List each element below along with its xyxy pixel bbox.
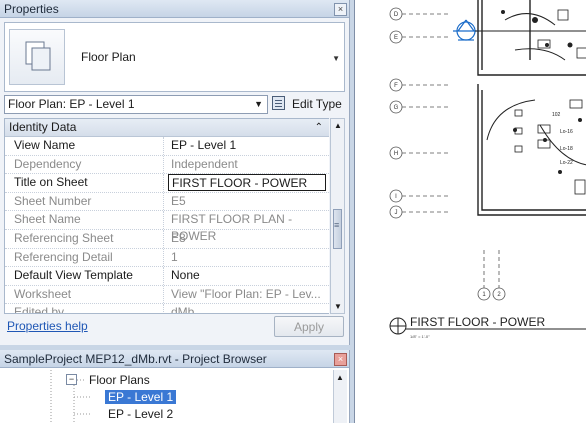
drawing-canvas[interactable]: D E F G H I J 1 2 102 Lo-16 Lo-18 Lo-22 … bbox=[354, 0, 586, 423]
grid-label: E bbox=[394, 35, 398, 41]
grid-label: G bbox=[394, 105, 399, 111]
scroll-down-icon[interactable]: ▼ bbox=[334, 302, 342, 311]
property-value[interactable]: None bbox=[168, 267, 326, 285]
scroll-up-icon[interactable]: ▲ bbox=[334, 121, 342, 130]
properties-grid: Identity Data ⌃ View Name EP - Level 1 De… bbox=[4, 118, 329, 314]
group-header-label: Identity Data bbox=[9, 120, 77, 134]
apply-button[interactable]: Apply bbox=[274, 316, 344, 337]
property-name: Referencing Detail bbox=[5, 248, 164, 267]
grid-label: H bbox=[394, 151, 398, 157]
scroll-up-icon[interactable]: ▲ bbox=[336, 373, 344, 382]
instance-selector-value: Floor Plan: EP - Level 1 bbox=[8, 97, 135, 111]
collapse-node-icon[interactable]: − bbox=[66, 374, 77, 385]
grid-label: J bbox=[395, 210, 398, 216]
grid-label: D bbox=[394, 12, 399, 18]
property-row[interactable]: View Name EP - Level 1 bbox=[5, 137, 329, 156]
chevron-down-icon[interactable]: ▼ bbox=[332, 54, 340, 63]
circuit-tag: Lo-18 bbox=[560, 146, 573, 152]
property-value: FIRST FLOOR PLAN - POWER bbox=[171, 212, 293, 244]
room-tag: 102 bbox=[552, 112, 561, 118]
property-value: E8 bbox=[171, 230, 186, 245]
type-selector[interactable]: Floor Plan ▼ bbox=[4, 22, 345, 92]
view-title: FIRST FLOOR - POWER bbox=[410, 315, 545, 329]
property-name: View Name bbox=[5, 137, 164, 155]
property-name: Title on Sheet bbox=[5, 174, 164, 192]
grid-label: F bbox=[394, 83, 398, 89]
property-value: 1 bbox=[171, 249, 178, 264]
close-icon[interactable]: × bbox=[334, 353, 347, 366]
property-name: Sheet Name bbox=[5, 211, 164, 229]
group-header[interactable]: Identity Data ⌃ bbox=[5, 119, 329, 137]
project-browser-title: SampleProject MEP12_dMb.rvt - Project Br… bbox=[0, 350, 349, 368]
scroll-thumb[interactable] bbox=[333, 209, 342, 249]
property-row[interactable]: Title on Sheet FIRST FLOOR - POWER bbox=[5, 174, 329, 193]
edit-type-icon bbox=[272, 96, 285, 110]
property-row: Sheet Name FIRST FLOOR PLAN - POWER bbox=[5, 211, 329, 244]
tree-item-ep-level-2[interactable]: EP - Level 2 bbox=[108, 407, 173, 421]
floor-plan-icon bbox=[9, 29, 65, 85]
properties-title: Properties bbox=[0, 0, 349, 18]
property-row: Worksheet View "Floor Plan: EP - Lev... bbox=[5, 285, 329, 305]
collapse-icon[interactable]: ⌃ bbox=[315, 119, 323, 136]
title-on-sheet-input[interactable]: FIRST FLOOR - POWER bbox=[168, 174, 326, 192]
property-row: Sheet Number E5 bbox=[5, 192, 329, 212]
close-icon[interactable]: × bbox=[334, 3, 347, 16]
type-name: Floor Plan bbox=[81, 50, 136, 64]
chevron-down-icon[interactable]: ▼ bbox=[254, 96, 263, 113]
properties-palette: Properties × Floor Plan ▼ Floor Plan: EP… bbox=[0, 0, 350, 345]
properties-help-link[interactable]: Properties help bbox=[7, 319, 88, 333]
edit-type-label: Edit Type bbox=[292, 97, 342, 111]
grid-label: 2 bbox=[497, 292, 501, 298]
browser-tree: − Floor Plans EP - Level 1 EP - Level 2 bbox=[4, 370, 331, 423]
property-row: Referencing Sheet E8 bbox=[5, 229, 329, 249]
tree-node-floor-plans[interactable]: Floor Plans bbox=[89, 373, 150, 387]
property-name: Referencing Sheet bbox=[5, 229, 164, 248]
circuit-tag: Lo-16 bbox=[560, 129, 573, 135]
property-row[interactable]: Default View Template None bbox=[5, 267, 329, 286]
property-name: Default View Template bbox=[5, 267, 164, 285]
property-value: View "Floor Plan: EP - Lev... bbox=[171, 286, 321, 301]
property-row: Dependency Independent bbox=[5, 155, 329, 175]
property-row: Edited by dMb bbox=[5, 304, 329, 314]
property-row: Referencing Detail 1 bbox=[5, 248, 329, 268]
view-scale: 1/8" = 1'-0" bbox=[410, 334, 430, 339]
properties-scrollbar[interactable]: ▲ ▼ bbox=[330, 118, 345, 314]
edit-type-button[interactable]: Edit Type bbox=[272, 94, 346, 114]
circuit-tag: Lo-22 bbox=[560, 160, 573, 166]
property-name: Worksheet bbox=[5, 285, 164, 304]
property-value[interactable]: EP - Level 1 bbox=[168, 137, 326, 155]
grid-label: I bbox=[395, 194, 397, 200]
grid-label: 1 bbox=[482, 292, 486, 298]
property-name: Dependency bbox=[5, 155, 164, 174]
browser-scrollbar[interactable]: ▲ bbox=[333, 370, 347, 423]
property-name: Sheet Number bbox=[5, 192, 164, 211]
property-name: Edited by bbox=[5, 304, 164, 313]
property-value: E5 bbox=[171, 193, 186, 208]
tree-item-ep-level-1[interactable]: EP - Level 1 bbox=[105, 390, 177, 404]
instance-selector[interactable]: Floor Plan: EP - Level 1 ▼ bbox=[4, 95, 268, 114]
property-value: Independent bbox=[171, 156, 238, 171]
property-value: dMb bbox=[171, 305, 195, 314]
